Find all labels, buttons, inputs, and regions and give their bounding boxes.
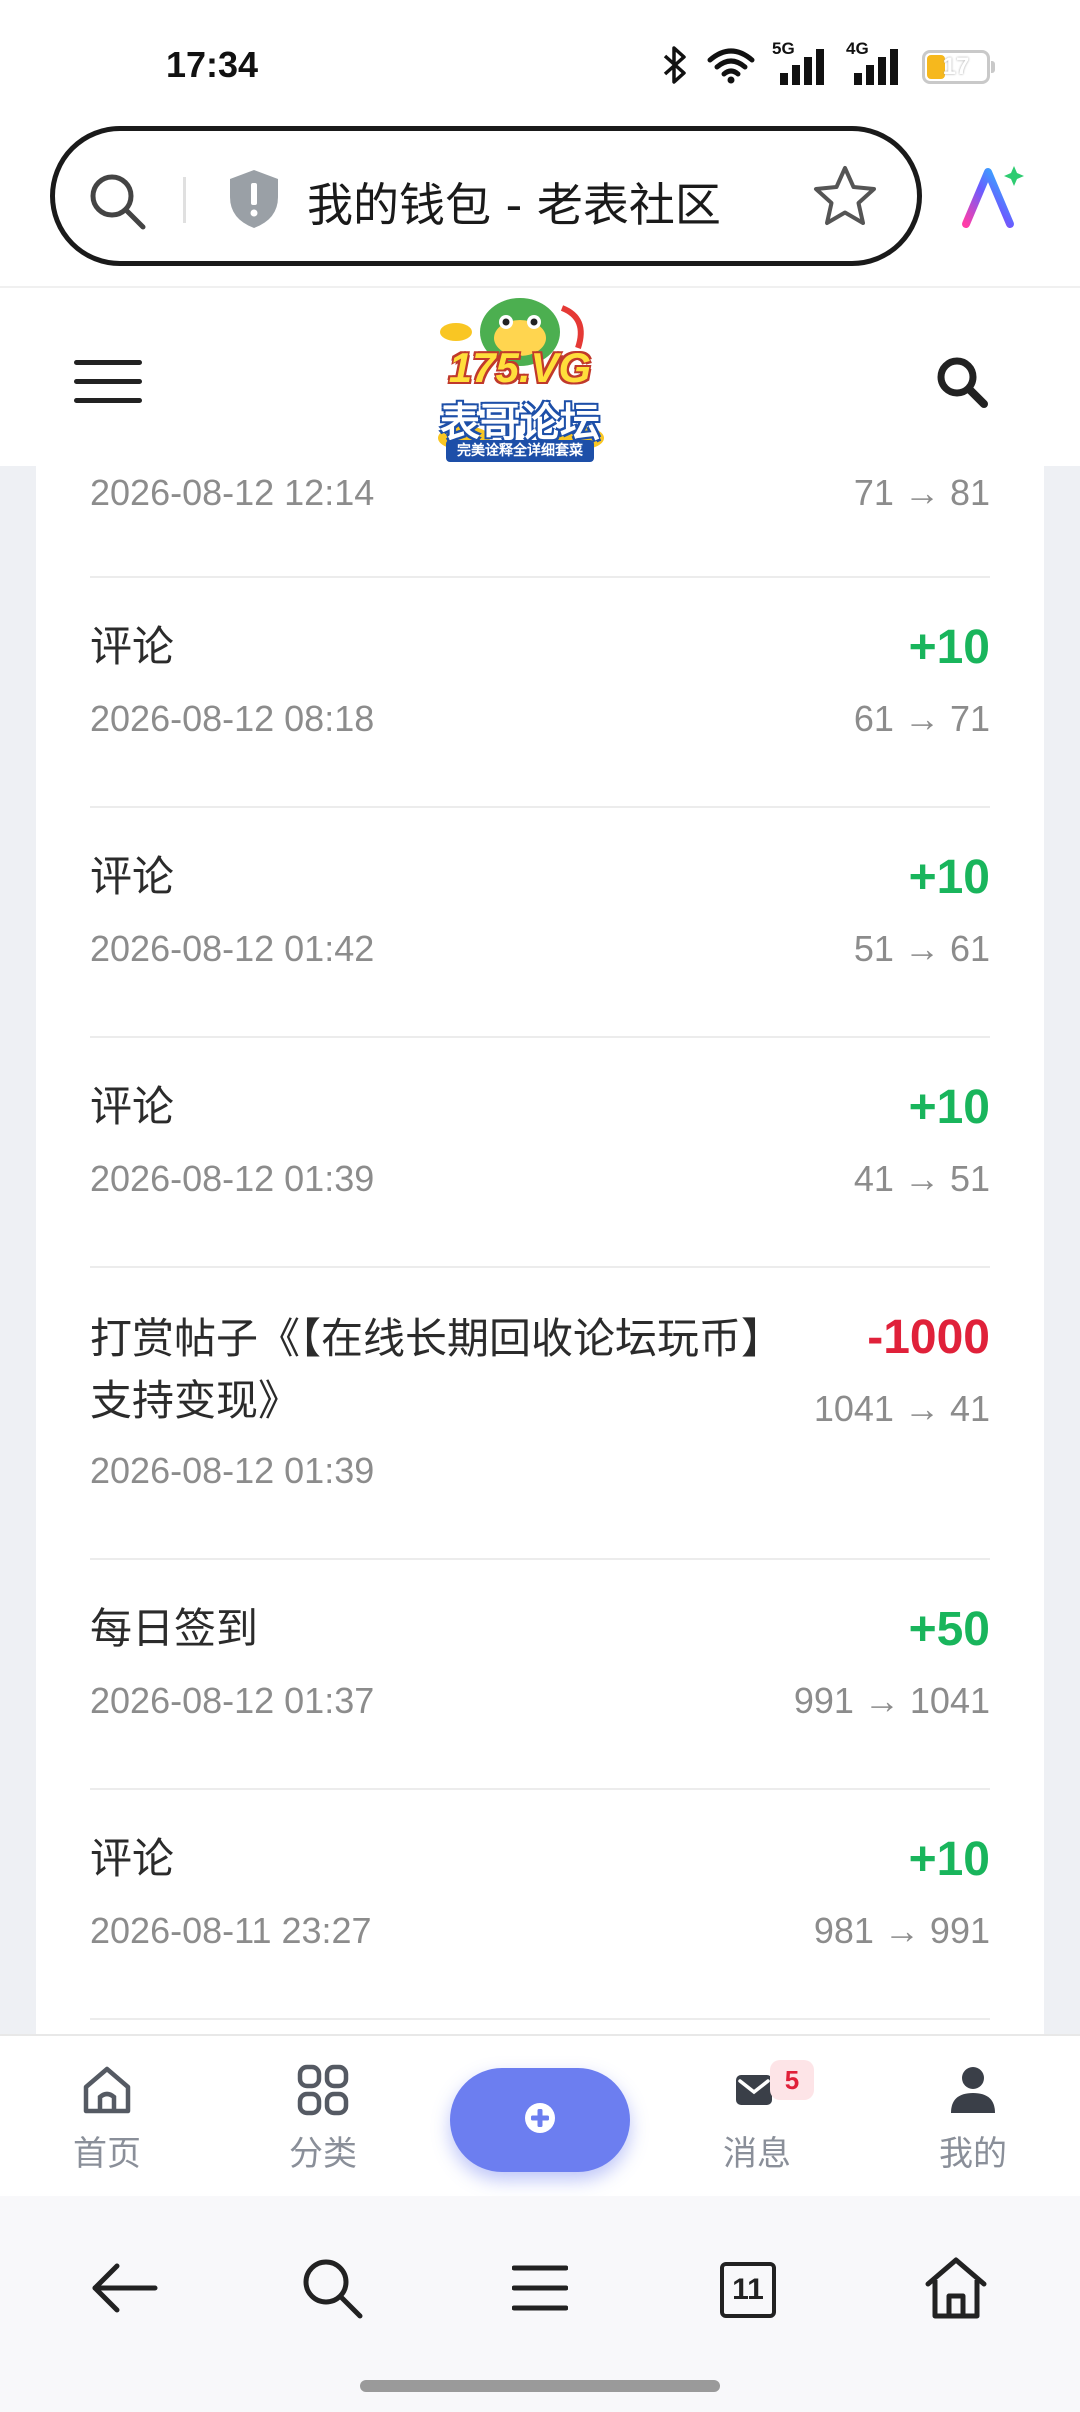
plus-icon	[523, 2101, 557, 2139]
site-logo[interactable]: 175.VG 表哥论坛 完美诠释全详细套菜	[428, 288, 612, 468]
transaction-title: 评论	[90, 1082, 175, 1131]
nav-label-categories: 分类	[289, 2134, 357, 2174]
star-icon[interactable]	[811, 163, 879, 235]
nav-item-mine[interactable]: 我的	[898, 2062, 1048, 2175]
transaction-amount: +10	[908, 621, 990, 674]
transaction-title: 评论	[90, 852, 175, 901]
battery-icon: 17	[922, 50, 995, 84]
tab-count: 11	[720, 2262, 776, 2318]
grid-icon	[248, 2062, 398, 2118]
bottom-nav: 首页 分类 5 消息 我的	[0, 2034, 1080, 2196]
tabs-button[interactable]: 11	[708, 2250, 788, 2330]
page-title[interactable]: 我的钱包 - 老表社区	[307, 169, 721, 235]
transaction-title: 评论	[90, 1834, 175, 1883]
signal-5g-icon: 5G	[772, 39, 830, 87]
transaction-balance: 61 → 71	[853, 698, 990, 739]
browser-toolbar: 11	[0, 2196, 1080, 2412]
nav-label-home: 首页	[73, 2134, 141, 2174]
nav-item-home[interactable]: 首页	[32, 2062, 182, 2175]
search-icon[interactable]	[932, 352, 992, 416]
transaction-date: 2026-08-11 23:27	[90, 1910, 372, 1951]
nav-item-categories[interactable]: 分类	[248, 2062, 398, 2175]
list-item: 每日签到 2026-08-12 01:37 +50 991 → 1041	[90, 1560, 990, 1790]
transaction-balance: 51 → 61	[853, 928, 990, 969]
nav-label-mine: 我的	[939, 2134, 1007, 2174]
search-icon	[299, 2255, 365, 2325]
list-item: 打赏帖子《【在线长期回收论坛玩币】支持变现》 2026-08-12 01:39 …	[90, 1268, 990, 1560]
address-field[interactable]: 我的钱包 - 老表社区	[50, 126, 922, 266]
list-item: 评论 2026-08-12 01:39 +10 41 → 51	[90, 1038, 990, 1268]
ai-assistant-icon[interactable]	[958, 162, 1028, 236]
list-item: 评论 2026-08-12 01:42 +10 51 → 61	[90, 808, 990, 1038]
menu-button[interactable]	[500, 2250, 580, 2330]
transaction-date: 2026-08-12 08:18	[90, 698, 375, 739]
transaction-balance: 981 → 991	[813, 1910, 990, 1951]
transaction-balance: 1041 → 41	[813, 1388, 990, 1429]
transaction-amount: +10	[908, 1833, 990, 1886]
transaction-date: 2026-08-12 01:39	[90, 1158, 375, 1199]
transaction-amount: +10	[908, 851, 990, 904]
back-button[interactable]	[84, 2250, 164, 2330]
home-icon	[923, 2256, 989, 2324]
transaction-amount: -1000	[867, 1311, 990, 1364]
status-time: 17:34	[166, 44, 259, 85]
signal-4g-icon: 4G	[846, 39, 904, 87]
browser-home-button[interactable]	[916, 2250, 996, 2330]
search-icon[interactable]	[85, 169, 149, 237]
nav-item-messages[interactable]: 5 消息	[682, 2060, 832, 2175]
transaction-date: 2026-08-12 01:37	[90, 1680, 375, 1721]
home-icon	[32, 2062, 182, 2118]
battery-level: 17	[942, 53, 970, 80]
transaction-title: 评论	[90, 622, 175, 671]
list-item: 评论 2026-08-12 08:18 +10 61 → 71	[90, 578, 990, 808]
status-bar: 17:34 5G 4G 17	[0, 0, 1080, 120]
transaction-date: 2026-08-12 01:39	[90, 1450, 375, 1491]
nav-label-messages: 消息	[723, 2134, 791, 2174]
transaction-date: 2026-08-12 12:14	[90, 472, 375, 513]
search-button[interactable]	[292, 2250, 372, 2330]
address-divider	[183, 177, 186, 223]
arrow-left-icon	[89, 2260, 159, 2320]
transaction-balance: 41 → 51	[853, 1158, 990, 1199]
transaction-balance: 71 → 81	[853, 472, 990, 513]
messages-badge: 5	[770, 2060, 814, 2100]
logo-banner: 完美诠释全详细套菜	[446, 440, 594, 462]
transaction-list: 2026-08-12 12:14 71 → 81 评论 2026-08-12 0…	[90, 466, 990, 2020]
menu-icon	[511, 2263, 569, 2317]
transaction-date: 2026-08-12 01:42	[90, 928, 375, 969]
transaction-title: 每日签到	[90, 1604, 259, 1653]
list-item: 评论 2026-08-11 23:27 +10 981 → 991	[90, 1790, 990, 2020]
status-icons: 5G 4G 17	[662, 39, 995, 90]
network-4g-label: 4G	[846, 39, 869, 58]
home-indicator[interactable]	[360, 2380, 720, 2392]
mail-icon: 5	[682, 2060, 832, 2118]
site-header: 175.VG 表哥论坛 完美诠释全详细套菜	[0, 286, 1080, 466]
network-5g-label: 5G	[772, 39, 795, 58]
list-item: 2026-08-12 12:14 71 → 81	[90, 466, 990, 578]
browser-address-bar: 我的钱包 - 老表社区	[0, 120, 1080, 286]
transaction-title: 打赏帖子《【在线长期回收论坛玩币】支持变现》	[90, 1314, 763, 1425]
transaction-amount: +50	[908, 1603, 990, 1656]
logo-main-text: 175.VG	[448, 344, 592, 391]
publish-button[interactable]	[450, 2068, 630, 2172]
transaction-amount: +10	[908, 1081, 990, 1134]
user-icon	[898, 2062, 1048, 2118]
menu-icon[interactable]	[74, 360, 142, 404]
shield-icon[interactable]	[225, 167, 283, 235]
transaction-balance: 991 → 1041	[793, 1680, 990, 1721]
wallet-card: 2026-08-12 12:14 71 → 81 评论 2026-08-12 0…	[36, 466, 1044, 2034]
bluetooth-icon	[662, 46, 688, 88]
wifi-icon	[706, 46, 756, 88]
